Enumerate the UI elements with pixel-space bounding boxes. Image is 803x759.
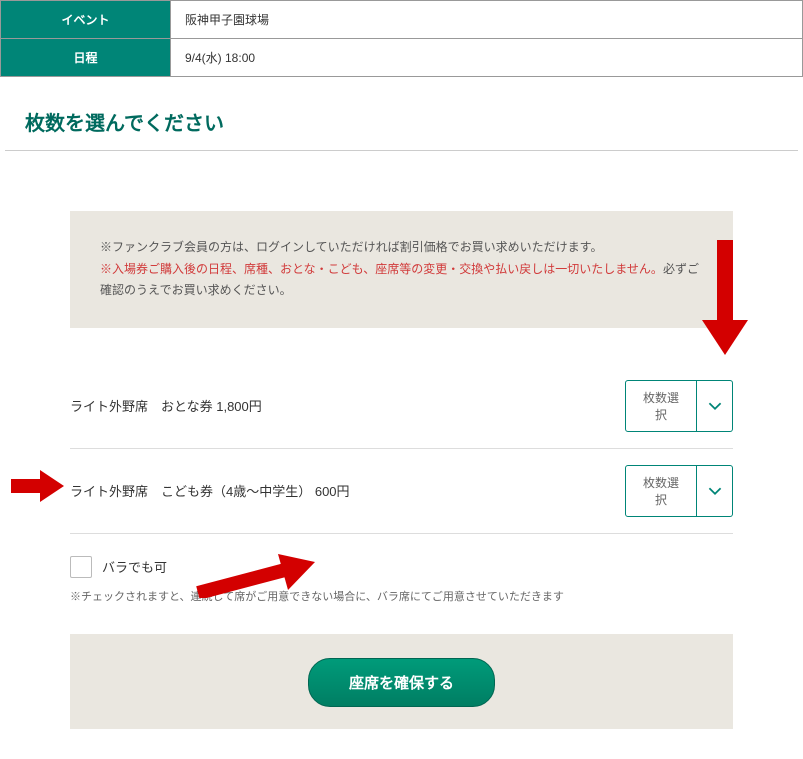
qty-dropdown-button[interactable] xyxy=(697,465,733,517)
event-label-cell: イベント xyxy=(1,1,171,39)
qty-dropdown-button[interactable] xyxy=(697,380,733,432)
bara-checkbox-label: バラでも可 xyxy=(102,557,167,576)
bara-checkbox-row: バラでも可 xyxy=(70,534,733,582)
ticket-label-adult: ライト外野席 おとな券 1,800円 xyxy=(70,396,262,415)
notice-line-2: ※入場券ご購入後の日程、席種、おとな・こども、座席等の変更・交換や払い戻しは一切… xyxy=(100,259,703,302)
date-value-cell: 9/4(水) 18:00 xyxy=(171,39,803,77)
qty-select-adult: 枚数選択 xyxy=(625,380,733,432)
event-info-table: イベント 阪神甲子園球場 日程 9/4(水) 18:00 xyxy=(0,0,803,77)
chevron-down-icon xyxy=(708,486,722,496)
notice-line-1: ※ファンクラブ会員の方は、ログインしていただければ割引価格でお買い求めいただけま… xyxy=(100,237,703,259)
bara-checkbox[interactable] xyxy=(70,556,92,578)
chevron-down-icon xyxy=(708,401,722,411)
page-heading: 枚数を選んでください xyxy=(5,77,798,151)
submit-area: 座席を確保する xyxy=(70,634,733,729)
event-value-cell: 阪神甲子園球場 xyxy=(171,1,803,39)
bara-note: ※チェックされますと、連続して席がご用意できない場合に、バラ席にてご用意させてい… xyxy=(70,582,733,634)
notice-red-text: ※入場券ご購入後の日程、席種、おとな・こども、座席等の変更・交換や払い戻しは一切… xyxy=(100,262,663,276)
qty-select-button[interactable]: 枚数選択 xyxy=(625,380,697,432)
qty-select-button[interactable]: 枚数選択 xyxy=(625,465,697,517)
content-area: ※ファンクラブ会員の方は、ログインしていただければ割引価格でお買い求めいただけま… xyxy=(0,151,803,759)
notice-box: ※ファンクラブ会員の方は、ログインしていただければ割引価格でお買い求めいただけま… xyxy=(70,211,733,328)
ticket-row-adult: ライト外野席 おとな券 1,800円 枚数選択 xyxy=(70,364,733,449)
qty-select-child: 枚数選択 xyxy=(625,465,733,517)
confirm-seats-button[interactable]: 座席を確保する xyxy=(308,658,495,707)
ticket-row-child: ライト外野席 こども券（4歳～中学生） 600円 枚数選択 xyxy=(70,449,733,534)
date-label-cell: 日程 xyxy=(1,39,171,77)
ticket-label-child: ライト外野席 こども券（4歳～中学生） 600円 xyxy=(70,481,350,500)
